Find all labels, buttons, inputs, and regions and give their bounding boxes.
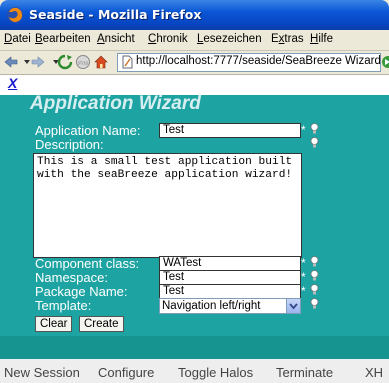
- footer-band: [0, 336, 389, 359]
- menu-bar: Datei Bearbeiten Ansicht Chronik Lesezei…: [0, 30, 389, 51]
- close-link[interactable]: X: [8, 75, 17, 91]
- menu-lesezeichen[interactable]: Lesezeichen: [197, 33, 262, 45]
- forward-arrow-icon[interactable]: [30, 54, 46, 70]
- create-button[interactable]: Create: [79, 316, 124, 332]
- menu-hilfe[interactable]: Hilfe: [310, 33, 333, 45]
- header-strip: [0, 75, 389, 95]
- required-marker: *: [301, 270, 306, 284]
- window-title: Seaside - Mozilla Firefox: [29, 7, 202, 22]
- namespace-field[interactable]: [159, 270, 301, 285]
- package-name-label: Package Name:: [35, 284, 128, 299]
- app-name-label: Application Name:: [35, 123, 141, 138]
- menu-extras[interactable]: Extras: [271, 33, 304, 45]
- help-bulb-icon[interactable]: [310, 270, 319, 282]
- wizard-title: Application Wizard: [30, 93, 201, 114]
- package-name-field[interactable]: [159, 284, 301, 299]
- help-bulb-icon[interactable]: [310, 284, 319, 296]
- menu-bearbeiten[interactable]: Bearbeiten: [35, 33, 91, 45]
- menu-chronik[interactable]: Chronik: [148, 33, 188, 45]
- required-marker: *: [301, 123, 306, 137]
- help-bulb-icon[interactable]: [310, 123, 319, 135]
- menu-ansicht[interactable]: Ansicht: [97, 33, 135, 45]
- help-bulb-icon[interactable]: [310, 137, 319, 149]
- browser-window: Seaside - Mozilla Firefox Datei Bearbeit…: [0, 0, 389, 383]
- terminate-link[interactable]: Terminate: [276, 365, 333, 380]
- component-class-label: Component class:: [35, 256, 140, 271]
- description-field[interactable]: This is a small test application built w…: [33, 153, 302, 258]
- required-marker: *: [301, 256, 306, 270]
- page-icon: [122, 55, 133, 69]
- required-marker: *: [301, 284, 306, 298]
- seaside-toolbar: New Session Configure Toggle Halos Termi…: [0, 359, 389, 383]
- namespace-label: Namespace:: [35, 270, 108, 285]
- clear-button[interactable]: Clear: [35, 316, 73, 332]
- title-bar: Seaside - Mozilla Firefox: [0, 0, 389, 30]
- svg-text:stop: stop: [78, 61, 89, 67]
- reload-icon[interactable]: [57, 54, 73, 70]
- firefox-icon: [7, 7, 23, 23]
- address-url: http://localhost:7777/seaside/SeaBreeze …: [136, 55, 381, 67]
- app-name-field[interactable]: [159, 123, 301, 138]
- address-bar[interactable]: http://localhost:7777/seaside/SeaBreeze …: [117, 53, 381, 72]
- help-bulb-icon[interactable]: [310, 298, 319, 310]
- xhtml-link[interactable]: XH: [365, 365, 383, 380]
- new-session-link[interactable]: New Session: [4, 365, 80, 380]
- home-icon[interactable]: [93, 54, 109, 70]
- template-select[interactable]: Navigation left/right: [159, 298, 301, 314]
- template-label: Template:: [35, 298, 92, 313]
- configure-link[interactable]: Configure: [98, 365, 154, 380]
- menu-datei[interactable]: Datei: [4, 33, 31, 45]
- page-content: X Application Wizard Application Name: *…: [0, 75, 389, 383]
- stop-icon[interactable]: stop: [75, 54, 91, 70]
- chevron-down-icon[interactable]: [286, 299, 300, 313]
- description-label: Description:: [35, 137, 104, 152]
- go-icon[interactable]: [380, 54, 389, 70]
- help-bulb-icon[interactable]: [310, 256, 319, 268]
- back-arrow-icon[interactable]: [3, 54, 19, 70]
- template-selected-value: Navigation left/right: [162, 300, 261, 312]
- navigation-toolbar: stop http://localhost:7777/seaside/SeaBr…: [0, 51, 389, 75]
- toggle-halos-link[interactable]: Toggle Halos: [178, 365, 253, 380]
- component-class-field[interactable]: [159, 256, 301, 271]
